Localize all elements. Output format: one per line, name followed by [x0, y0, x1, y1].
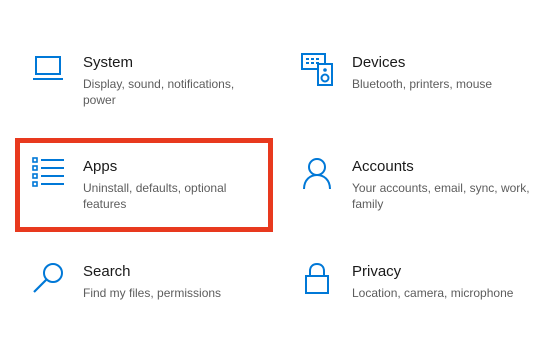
tile-description: Display, sound, notifications, power [83, 77, 235, 107]
tile-title: Search [83, 263, 131, 280]
search-icon [32, 262, 66, 296]
settings-tile-devices[interactable]: Devices Bluetooth, printers, mouse [301, 53, 541, 125]
tile-title: Devices [352, 54, 406, 71]
tile-description: Bluetooth, printers, mouse [352, 77, 493, 91]
keyboard-speaker-icon [301, 53, 335, 87]
tile-description: Your accounts, email, sync, work, family [352, 181, 530, 211]
laptop-icon [32, 53, 66, 87]
lock-icon [301, 262, 335, 296]
person-icon [301, 157, 335, 191]
settings-tile-search[interactable]: Search Find my files, permissions [32, 262, 272, 334]
settings-tile-system[interactable]: System Display, sound, notifications, po… [32, 53, 272, 125]
highlight-box [15, 138, 273, 232]
settings-tile-accounts[interactable]: Accounts Your accounts, email, sync, wor… [301, 157, 541, 229]
settings-tile-privacy[interactable]: Privacy Location, camera, microphone [301, 262, 541, 334]
tile-title: System [83, 54, 134, 71]
tile-title: Privacy [352, 263, 402, 280]
tile-title: Accounts [352, 158, 414, 175]
tile-description: Location, camera, microphone [352, 286, 514, 300]
settings-category-grid: System Display, sound, notifications, po… [0, 0, 557, 339]
tile-description: Find my files, permissions [83, 286, 222, 300]
